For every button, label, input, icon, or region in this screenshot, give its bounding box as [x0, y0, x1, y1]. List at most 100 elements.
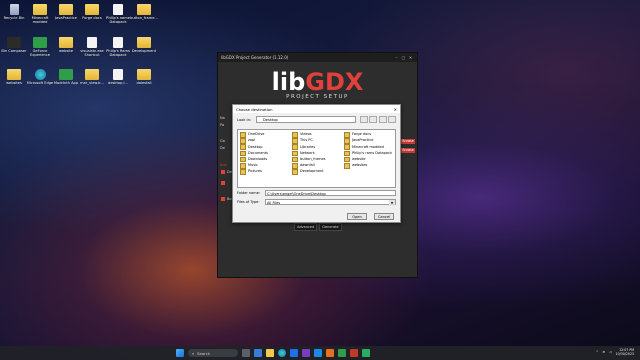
new-folder-icon[interactable] [369, 116, 377, 123]
file-list-item[interactable]: Minecraft modded [344, 144, 384, 150]
desktop-icon[interactable]: GeForce Experience [26, 37, 54, 58]
browse-button[interactable]: Browse [401, 139, 415, 144]
widgets-icon[interactable] [254, 349, 262, 357]
file-list-item[interactable]: Downloads [240, 156, 268, 163]
desktop-icon[interactable]: Recycle Bin [0, 4, 28, 20]
desktop-icon[interactable]: button_frame... [130, 4, 158, 20]
libgdx-taskbar-icon[interactable] [350, 349, 358, 357]
file-name: JavaPractice [352, 138, 374, 143]
up-folder-icon[interactable] [360, 116, 368, 123]
desktop-icon[interactable]: Philip's Rams Datapack [104, 37, 132, 58]
file-list-item[interactable]: Philip's rams Datapack [344, 150, 392, 157]
file-list-item[interactable]: Documents [240, 150, 268, 157]
app-icon[interactable] [362, 349, 370, 357]
desktop-icon-label: JavaPractice [55, 16, 77, 20]
file-list-item[interactable]: Videos [292, 132, 312, 138]
chevron-up-icon[interactable]: ^ [596, 350, 599, 354]
look-in-select[interactable]: Desktop [256, 116, 356, 123]
desktop-icon[interactable]: JavaPractice [52, 4, 80, 20]
maximize-icon[interactable]: ▢ [400, 55, 407, 60]
files-of-type-select[interactable]: All Files ▼ [265, 199, 396, 206]
folder-icon [292, 132, 298, 138]
folder-icon [292, 150, 298, 157]
vscode-icon[interactable] [314, 349, 322, 357]
file-name: Minecraft modded [352, 144, 384, 149]
clock[interactable]: 12:07 PM 10/30/2023 [616, 348, 634, 356]
details-view-icon[interactable] [388, 116, 396, 123]
file-icon [87, 37, 97, 48]
file-list-item[interactable]: JavaPractice [344, 138, 373, 144]
file-list-item[interactable]: dawnfall [292, 163, 315, 169]
side-label: Sub [220, 163, 227, 167]
file-list-item[interactable]: websites [344, 163, 367, 169]
platform-checkbox[interactable] [221, 181, 225, 185]
file-list-item[interactable]: Forge docs [344, 132, 371, 138]
file-list-item[interactable]: Desktop [240, 144, 262, 150]
platform-checkbox[interactable] [221, 170, 225, 174]
file-explorer-icon[interactable] [266, 349, 274, 357]
desktop-icon[interactable]: visualstn.exe Shortcut [78, 37, 106, 58]
desktop-icon[interactable]: Forge docs [78, 4, 106, 20]
folder-icon [85, 69, 99, 80]
desktop-icon[interactable]: Development [130, 37, 158, 53]
wifi-icon[interactable]: ≋ [603, 350, 606, 354]
file-list-item[interactable]: OneDrive [240, 132, 264, 138]
libgdx-titlebar[interactable]: libGDX Project Generator (1.12.0) – ▢ ✕ [218, 53, 417, 62]
cancel-button[interactable]: Cancel [374, 213, 394, 220]
folder-icon [292, 163, 298, 169]
desktop-icon[interactable]: websites [0, 69, 28, 85]
desktop-icon[interactable]: mar_view.b... [78, 69, 106, 85]
file-name: Forge docs [352, 132, 372, 137]
edge-icon[interactable] [278, 349, 286, 357]
minimize-icon[interactable]: – [393, 55, 400, 60]
visual-studio-icon[interactable] [302, 349, 310, 357]
file-name: dawnfall [300, 163, 315, 168]
file-list-item[interactable]: website [344, 156, 366, 163]
close-icon[interactable]: ✕ [407, 55, 414, 60]
desktop-icon-label: website [59, 49, 73, 53]
taskbar-search[interactable]: ⌕ Search [188, 349, 238, 357]
desktop-icon[interactable]: dalesfall [130, 69, 158, 85]
file-list-item[interactable]: Pictures [240, 169, 262, 175]
desktop-icon[interactable]: Bin Composer [0, 37, 28, 53]
file-list-item[interactable]: Music [240, 163, 258, 169]
green-icon [33, 37, 47, 48]
desktop-icon[interactable]: Minecraft modded [26, 4, 54, 25]
list-view-icon[interactable] [379, 116, 387, 123]
file-list[interactable]: OneDrive Videos Forge docs zapl This PC JavaP… [237, 129, 396, 188]
file-list-item[interactable]: Development [292, 169, 324, 175]
file-list-item[interactable]: button_frames [292, 156, 326, 163]
desktop-icon[interactable]: Modrinth App [52, 69, 80, 85]
file-list-item[interactable]: zapl [240, 138, 255, 144]
volume-icon[interactable]: ◁ [609, 350, 611, 354]
file-list-item[interactable]: This PC [292, 138, 313, 144]
file-name: Philip's rams Datapack [352, 150, 392, 155]
generate-button[interactable]: Generate [319, 223, 342, 231]
file-name: Downloads [248, 157, 268, 162]
folder-name-label: Folder name: [237, 191, 261, 195]
desktop-icon[interactable]: website [52, 37, 80, 53]
folder-icon [292, 169, 298, 175]
minecraft-icon[interactable] [338, 349, 346, 357]
advanced-button[interactable]: Advanced [294, 223, 318, 231]
folder-icon [292, 138, 298, 144]
folder-name-input[interactable]: C:\Users\angel\OneDrive\Desktop [265, 190, 396, 196]
desktop-icon[interactable]: Microsoft Edge [26, 69, 54, 85]
platform-checkbox[interactable] [221, 197, 225, 201]
folder-icon [240, 138, 246, 144]
file-list-item[interactable]: Network [292, 150, 315, 157]
task-view-icon[interactable] [242, 349, 250, 357]
desktop-icon[interactable]: desktop.i... [104, 69, 132, 85]
java-icon[interactable] [326, 349, 334, 357]
file-list-item[interactable]: Libraries [292, 144, 315, 150]
start-icon[interactable] [176, 349, 184, 357]
file-name: Music [248, 163, 258, 168]
file-name: OneDrive [248, 132, 265, 137]
browse-button[interactable]: Browse [401, 148, 415, 153]
store-icon[interactable] [290, 349, 298, 357]
desktop-icon[interactable]: Philip's name Datapack [104, 4, 132, 25]
dialog-titlebar[interactable]: Choose destination ✕ [233, 105, 400, 113]
close-icon[interactable]: ✕ [394, 107, 397, 112]
file-name: Documents [248, 150, 268, 155]
open-button[interactable]: Open [347, 213, 367, 220]
